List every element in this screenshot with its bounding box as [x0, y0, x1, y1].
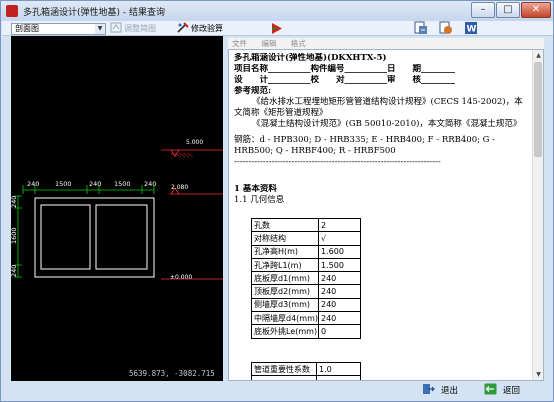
- table-row: 中隔墙厚d4(mm) 240: [251, 311, 361, 326]
- table-row: 对称结构 √: [251, 231, 361, 246]
- exit-button[interactable]: 退出: [422, 383, 458, 397]
- ref-1: 《给水排水工程埋地矩形管管道结构设计规程》(CECS 145-2002)，本文简…: [234, 97, 523, 118]
- section-canvas: 240 1500 240 1500 240 240 1600 240 5.000…: [11, 139, 223, 281]
- param-label: 侧墙厚d3(mm): [251, 297, 319, 313]
- title-bar: 多孔箱涵设计(弹性地基) - 结果查询 – □ ✕: [1, 1, 553, 21]
- result-document[interactable]: 多孔箱涵设计(弹性地基)(DKXHTX-5) 项目名称__________构件编…: [228, 49, 544, 381]
- table-row: 底板外挑Le(mm) 0: [251, 324, 361, 339]
- param-label: 管道重要性系数: [251, 361, 317, 377]
- doc-project-line: 项目名称__________构件编号__________日 期________: [234, 64, 456, 74]
- dim-top-4: 240: [144, 180, 156, 188]
- back-label: 返回: [503, 386, 521, 396]
- dim-left-bottom: 240: [11, 265, 18, 277]
- section-drawing[interactable]: 240 1500 240 1500 240 240 1600 240 5.000…: [11, 36, 223, 381]
- app-icon: [6, 5, 18, 17]
- param-value: 240: [318, 271, 361, 286]
- menu-format[interactable]: 格式: [291, 39, 306, 48]
- exit-door-icon: [423, 384, 435, 394]
- table-row: 侧墙厚d3(mm) 240: [251, 297, 361, 313]
- toolbar: 剖面图 ▼ 调整简图 修改验算 W: [2, 21, 553, 36]
- cursor-coordinates: 5639.873, -3082.715: [129, 369, 215, 378]
- scroll-down-icon[interactable]: ▼: [534, 370, 543, 379]
- run-icon[interactable]: [270, 22, 284, 35]
- menu-edit[interactable]: 编辑: [261, 39, 276, 48]
- culvert-outline: [34, 197, 155, 278]
- ref-2: 《混凝土结构设计规范》(GB 50010-2010)，本文简称《混凝土规范》: [252, 119, 522, 129]
- param-value: 240: [318, 284, 361, 299]
- doc-design-line: 设 计__________校 对__________审 核________: [234, 75, 456, 85]
- param-value: √: [318, 231, 361, 246]
- elevation-high: 5.000: [186, 139, 203, 146]
- param-value: 2: [318, 217, 361, 233]
- table-row: 顶板厚d2(mm) 240: [251, 284, 361, 299]
- elevation-bottom: ±0.000: [170, 274, 192, 281]
- adjust-diagram-icon: [110, 22, 122, 33]
- doc-menubar: 文件 编辑 格式: [228, 38, 544, 49]
- doc-title: 多孔箱涵设计(弹性地基)(DKXHTX-5): [234, 53, 387, 63]
- export-dwg-icon[interactable]: [414, 21, 428, 35]
- param-label: 孔数: [251, 217, 319, 233]
- doc-scrollbar[interactable]: ▲ ▼: [532, 50, 543, 380]
- minimize-button[interactable]: –: [471, 2, 495, 18]
- rebar-legend: 钢筋：d - HPB300; D - HRB335; E - HRB400; F…: [234, 135, 496, 156]
- param-value: 240: [318, 297, 361, 313]
- back-arrow-icon: [484, 383, 497, 395]
- param-value: 0: [318, 324, 361, 339]
- chevron-down-icon[interactable]: ▼: [95, 24, 105, 34]
- export-image-icon[interactable]: [439, 21, 453, 35]
- adjust-diagram-label: 调整简图: [124, 24, 156, 33]
- table-row: 管道重要性系数 1.0: [251, 361, 361, 377]
- back-button[interactable]: 返回: [484, 383, 520, 397]
- param-label: 孔净跨L1(m): [251, 257, 319, 273]
- param-value: 1.0: [316, 361, 361, 377]
- modify-check-icon: [177, 22, 189, 33]
- param-label: 顶板厚d2(mm): [251, 284, 319, 299]
- param-label: 底板厚d1(mm): [251, 271, 319, 286]
- dim-top-0: 240: [27, 180, 39, 188]
- scroll-up-icon[interactable]: ▲: [534, 51, 543, 60]
- dim-top-2: 240: [89, 180, 101, 188]
- export-word-icon[interactable]: W: [464, 21, 478, 35]
- scroll-thumb[interactable]: [534, 62, 542, 157]
- window-title: 多孔箱涵设计(弹性地基) - 结果查询: [23, 8, 165, 18]
- dim-left-top: 240: [11, 196, 18, 208]
- table-row: 孔数 2: [251, 217, 361, 233]
- table-row: 孔净跨L1(m) 1.500: [251, 257, 361, 273]
- menu-file[interactable]: 文件: [232, 39, 247, 48]
- table-row: [251, 375, 361, 380]
- param-value: 1.500: [318, 257, 361, 273]
- modify-check-label: 修改验算: [191, 24, 223, 33]
- param-label: 对称结构: [251, 231, 319, 246]
- separator: ----------------------------------------…: [234, 157, 441, 167]
- app-window: 多孔箱涵设计(弹性地基) - 结果查询 – □ ✕ 剖面图 ▼ 调整简图 修改验…: [0, 0, 554, 402]
- table-row: 孔净高H(m) 1.600: [251, 244, 361, 259]
- modify-check-button[interactable]: 修改验算: [177, 22, 223, 35]
- dim-left-middle: 1600: [11, 227, 18, 244]
- maximize-button[interactable]: □: [496, 2, 520, 18]
- param-value: 240: [318, 311, 361, 326]
- dim-top-3: 1500: [114, 180, 131, 188]
- svg-text:W: W: [467, 25, 477, 35]
- load-table: 管道重要性系数 1.0: [251, 361, 361, 380]
- section-1-heading: 1 基本资料: [234, 184, 277, 194]
- table-row: 底板厚d1(mm) 240: [251, 271, 361, 286]
- exit-label: 退出: [441, 386, 459, 396]
- geometry-table: 孔数 2 对称结构 √ 孔净高H(m) 1.600 孔净跨L1(m) 1.500 底板厚…: [251, 217, 361, 339]
- param-value: 1.600: [318, 244, 361, 259]
- view-select[interactable]: 剖面图 ▼: [11, 23, 106, 35]
- elevation-top: 2.080: [171, 184, 188, 191]
- view-select-value: 剖面图: [15, 24, 39, 33]
- param-label: 底板外挑Le(mm): [251, 324, 319, 339]
- section-1-1-heading: 1.1 几何信息: [234, 195, 285, 205]
- param-label: 中隔墙厚d4(mm): [251, 311, 319, 326]
- ref-heading: 参考规范:: [234, 86, 272, 96]
- param-label: 孔净高H(m): [251, 244, 319, 259]
- adjust-diagram-button[interactable]: 调整简图: [110, 22, 156, 35]
- dim-top-1: 1500: [55, 180, 72, 188]
- close-button[interactable]: ✕: [521, 2, 551, 18]
